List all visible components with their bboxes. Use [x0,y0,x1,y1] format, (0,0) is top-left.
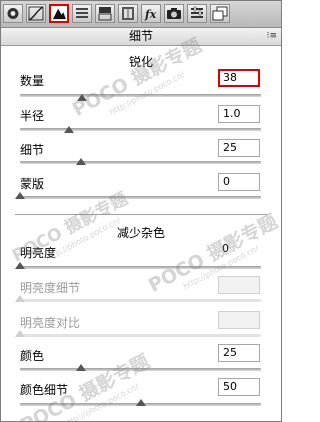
fx-label: fx [144,8,157,21]
luminance-slider-track[interactable] [20,266,261,269]
lens-icon[interactable] [118,4,138,23]
detail-slider-thumb[interactable] [76,158,86,165]
camera-calibration-icon[interactable] [164,4,184,23]
color-detail-label: 颜色细节 [20,383,69,397]
fx-icon[interactable]: fx [141,4,161,23]
color-detail-field[interactable]: 50 [218,378,260,396]
masking-slider-track[interactable] [20,196,261,199]
watermark: POCO 摄影专题 [144,210,282,298]
panel-title: 细节 [128,29,153,43]
detail-label: 细节 [20,143,45,157]
color-slider-thumb[interactable] [76,364,86,371]
panel-menu-icon[interactable]: ⁝≡ [267,30,277,42]
hsl-icon[interactable] [72,4,92,23]
luminance-contrast-slider-thumb [15,330,25,337]
noise-reduction-title: 减少杂色 [116,226,165,240]
luminance-contrast-field [218,311,260,329]
luminance-contrast-label: 明亮度对比 [20,316,81,330]
color-detail-slider-thumb[interactable] [136,399,146,406]
color-field[interactable]: 25 [218,344,260,362]
detail-icon[interactable] [49,4,69,23]
detail-field[interactable]: 25 [218,139,260,157]
section-divider [15,214,267,215]
masking-field[interactable]: 0 [218,173,260,191]
luminance-slider-thumb[interactable] [15,262,25,269]
luminance-detail-slider-track [20,299,261,302]
amount-label: 数量 [20,74,45,88]
luminance-label: 明亮度 [20,246,57,260]
panel-toolbar: fx [1,1,281,28]
masking-slider-thumb[interactable] [15,192,25,199]
color-slider-track[interactable] [20,368,261,371]
snapshots-icon[interactable] [210,4,230,23]
sharpening-title: 锐化 [128,55,153,69]
radius-slider-thumb[interactable] [64,126,74,133]
detail-panel: fx 细节 ⁝≡ 锐化 数量 38 半径 1.0 细节 25 蒙版 0 减少杂色… [0,0,282,422]
amount-field[interactable]: 38 [218,69,260,87]
tone-curve-icon[interactable] [26,4,46,23]
color-label: 颜色 [20,349,45,363]
luminance-field[interactable]: 0 [218,241,260,259]
basic-icon[interactable] [3,4,23,23]
luminance-detail-field [218,276,260,294]
radius-slider-track[interactable] [20,128,261,131]
detail-slider-track[interactable] [20,161,261,164]
panel-header: 细节 ⁝≡ [1,28,281,46]
amount-slider-track[interactable] [20,94,261,97]
luminance-detail-label: 明亮度细节 [20,281,81,295]
luminance-detail-slider-thumb [15,295,25,302]
radius-label: 半径 [20,109,45,123]
radius-field[interactable]: 1.0 [218,105,260,123]
luminance-contrast-slider-track [20,334,261,337]
masking-label: 蒙版 [20,177,45,191]
watermark-url: http://photo.poco.cn/ [61,381,141,422]
amount-slider-thumb[interactable] [77,94,87,101]
presets-icon[interactable] [187,4,207,23]
split-toning-icon[interactable] [95,4,115,23]
